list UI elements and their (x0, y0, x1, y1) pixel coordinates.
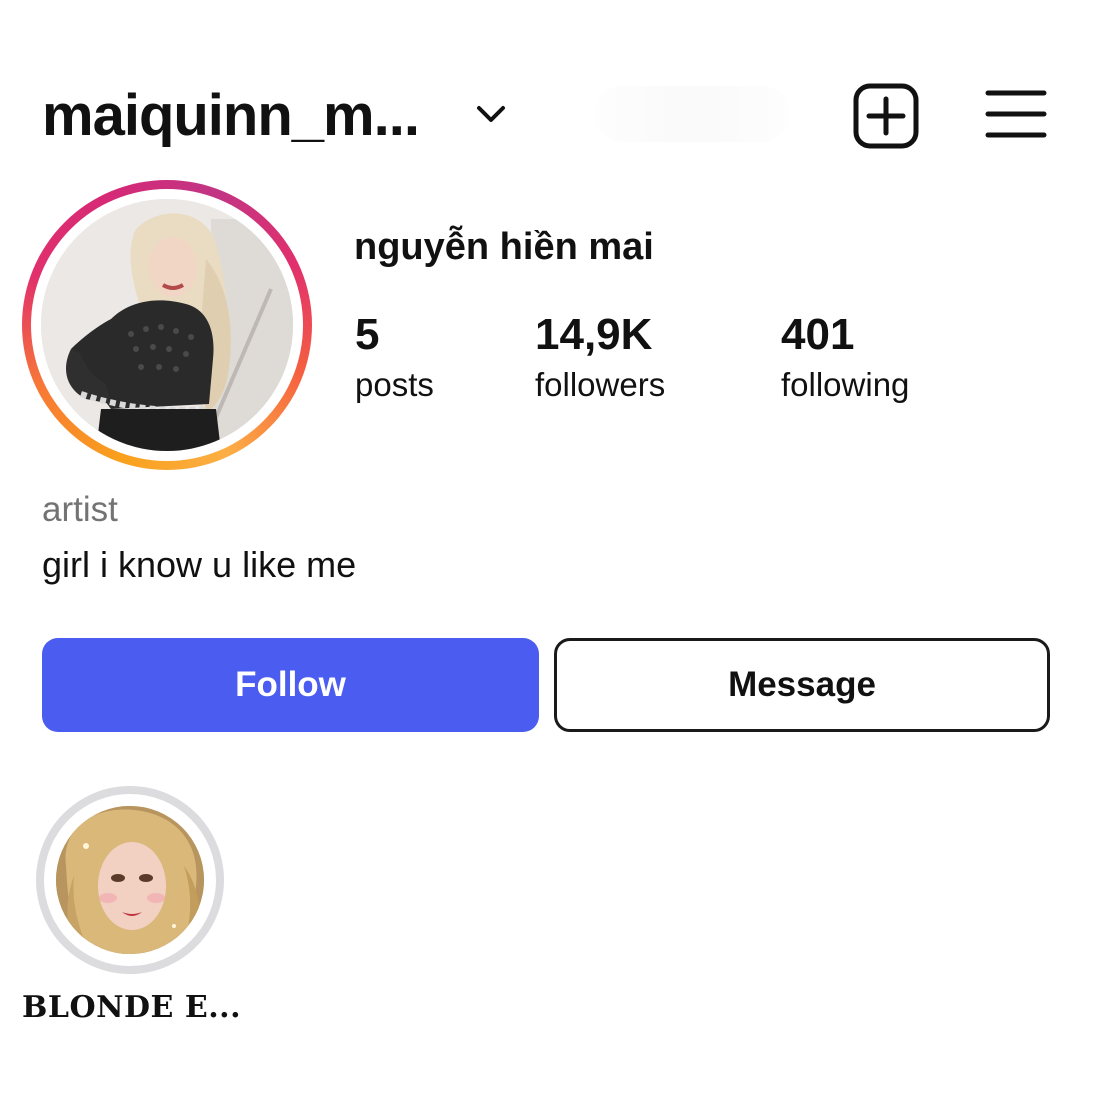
plus-square-icon[interactable] (853, 83, 919, 149)
story-highlight-label: BLONDE E... (22, 990, 242, 1025)
stat-posts[interactable]: 5 posts (355, 308, 434, 406)
highlight-photo-illustration (56, 806, 204, 954)
profile-avatar-story-ring[interactable] (22, 180, 312, 470)
follow-button[interactable]: Follow (42, 638, 539, 732)
profile-display-name: nguyễn hiền mai (354, 226, 654, 268)
stat-posts-count: 5 (355, 310, 380, 359)
avatar-photo-illustration (41, 199, 293, 451)
story-highlight[interactable] (36, 786, 224, 974)
stat-followers[interactable]: 14,9K followers (535, 308, 665, 406)
profile-category: artist (42, 490, 118, 529)
stat-following-label: following (781, 366, 910, 403)
story-highlight-cover (56, 806, 204, 954)
hamburger-menu-icon[interactable] (985, 88, 1047, 140)
message-button[interactable]: Message (554, 638, 1050, 732)
profile-bio: girl i know u like me (42, 544, 357, 585)
stat-followers-label: followers (535, 366, 666, 403)
stat-following[interactable]: 401 following (781, 308, 909, 406)
stat-following-count: 401 (781, 310, 855, 359)
profile-avatar (41, 199, 293, 451)
stat-posts-label: posts (355, 366, 434, 403)
profile-username[interactable]: maiquinn_m... (42, 78, 420, 154)
header-blurred-area (594, 86, 790, 142)
stat-followers-count: 14,9K (535, 310, 653, 359)
chevron-down-icon[interactable] (474, 99, 508, 129)
